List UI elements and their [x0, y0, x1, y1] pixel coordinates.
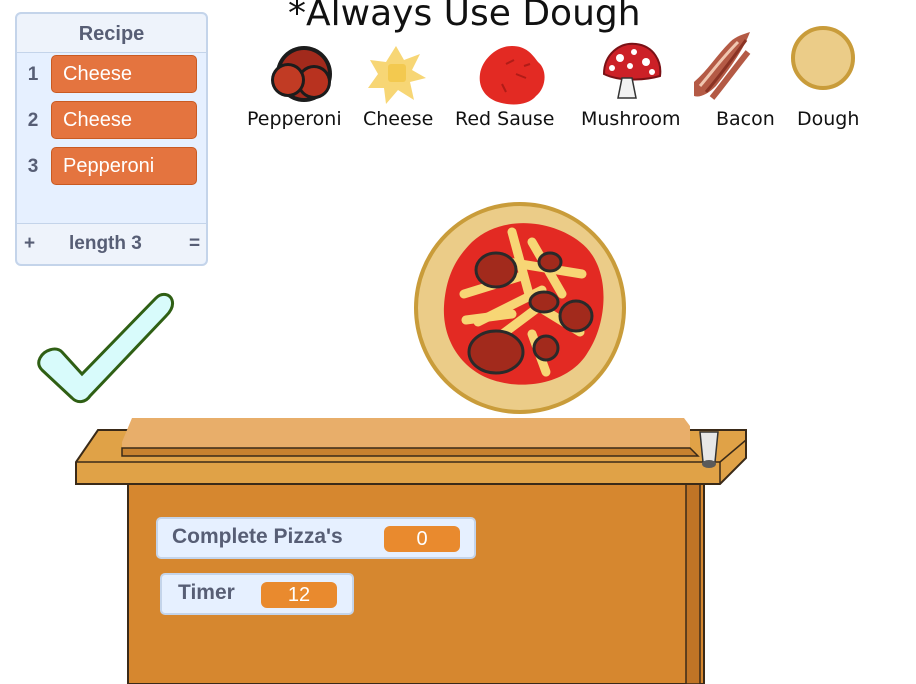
list-item-value[interactable]: Pepperoni [51, 147, 197, 185]
timer-label: Timer [178, 581, 235, 604]
ingredient-label: Dough [797, 108, 860, 130]
ingredient-label: Cheese [363, 108, 434, 130]
page-title: *Always Use Dough [288, 0, 641, 34]
list-item-index: 3 [27, 156, 39, 177]
dough-icon[interactable] [790, 26, 856, 90]
red-sauce-icon[interactable] [476, 44, 548, 106]
list-item: 3 Pepperoni [17, 146, 206, 188]
glass-icon [699, 431, 719, 468]
ingredient-label: Mushroom [581, 108, 681, 130]
list-item-value[interactable]: Cheese [51, 101, 197, 139]
recipe-list-footer: + length 3 = [17, 223, 206, 264]
ingredient-label: Pepperoni [247, 108, 342, 130]
mushroom-icon[interactable] [596, 40, 666, 102]
list-length-label: length 3 [69, 233, 142, 254]
complete-pizzas-value: 0 [384, 526, 460, 552]
pizza [414, 202, 626, 414]
list-item-index: 2 [27, 110, 39, 131]
pepperoni-icon[interactable] [266, 44, 338, 104]
ingredient-label: Bacon [716, 108, 775, 130]
game-stage: *Always Use Dough Recipe 1 Cheese 2 Chee… [0, 0, 916, 684]
list-add-button[interactable]: + [24, 233, 35, 255]
list-item-index: 1 [27, 64, 39, 85]
timer-value: 12 [261, 582, 337, 608]
list-item: 1 Cheese [17, 54, 206, 96]
complete-pizzas-label: Complete Pizza's [172, 525, 343, 548]
bacon-icon[interactable] [688, 30, 754, 102]
timer-monitor: Timer 12 [160, 573, 354, 615]
check-icon [37, 292, 174, 404]
recipe-list-monitor: Recipe 1 Cheese 2 Cheese 3 Pepperoni + l… [15, 12, 208, 266]
complete-pizzas-monitor: Complete Pizza's 0 [156, 517, 476, 559]
list-item-value[interactable]: Cheese [51, 55, 197, 93]
recipe-list-title: Recipe [17, 14, 206, 53]
list-resize-handle[interactable]: = [189, 233, 200, 255]
cheese-icon[interactable] [366, 44, 426, 106]
ingredient-label: Red Sause [455, 108, 555, 130]
list-item: 2 Cheese [17, 100, 206, 142]
